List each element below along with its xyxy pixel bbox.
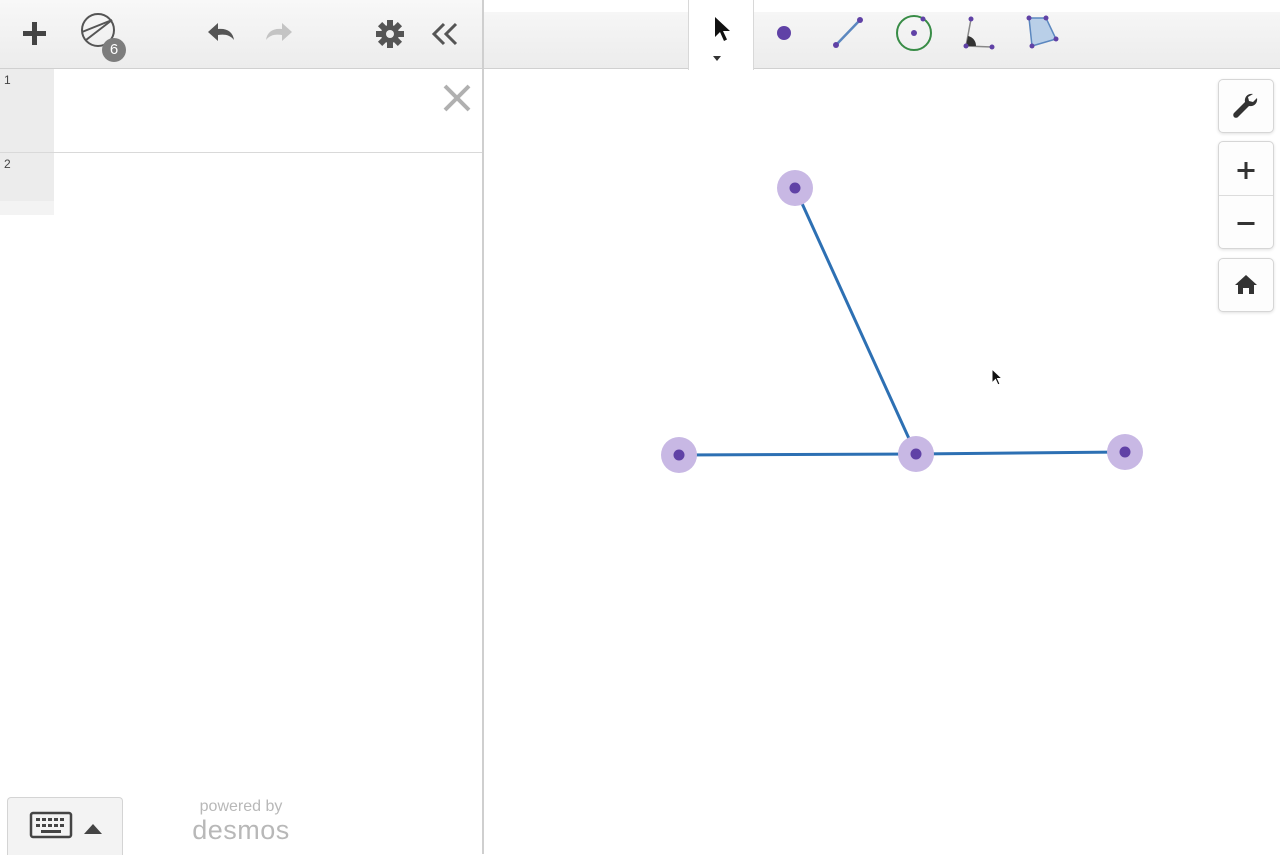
segment[interactable] <box>915 450 1126 456</box>
zoom-in-icon <box>1237 162 1255 179</box>
undo-button[interactable] <box>196 10 244 58</box>
zoom-out-button[interactable] <box>1219 196 1273 248</box>
polygon-tool-button[interactable] <box>1020 12 1064 56</box>
segment[interactable] <box>678 452 917 457</box>
circle-icon <box>896 15 932 51</box>
expression-row[interactable]: 1 <box>0 69 482 153</box>
redo-icon <box>266 23 292 41</box>
mouse-cursor-icon <box>990 367 1004 388</box>
expression-number: 2 <box>4 157 11 171</box>
gutter-fade <box>0 201 54 215</box>
point[interactable] <box>661 437 697 473</box>
graph-canvas[interactable] <box>484 69 1280 854</box>
chevron-down-icon <box>713 56 721 61</box>
segment[interactable] <box>793 187 918 455</box>
settings-button[interactable] <box>366 10 414 58</box>
home-cell[interactable] <box>1219 259 1273 311</box>
construction-drawing <box>661 170 1143 473</box>
add-item-button[interactable] <box>10 10 58 58</box>
keyboard-toggle-button[interactable] <box>7 797 123 855</box>
point[interactable] <box>777 170 813 206</box>
zoom-out-icon <box>1237 222 1255 225</box>
tool-count-badge: 6 <box>102 38 126 62</box>
zoom-in-button[interactable] <box>1219 142 1273 194</box>
segment-icon <box>833 17 863 48</box>
caret-up-icon <box>84 824 102 834</box>
collapse-icon <box>431 22 458 46</box>
circle-tool-button[interactable] <box>892 12 936 56</box>
home-icon <box>1235 275 1257 294</box>
collapse-panel-button[interactable] <box>422 10 470 58</box>
expression-gutter: 1 <box>0 69 54 152</box>
expression-row[interactable]: 2 <box>0 153 482 215</box>
powered-by-desmos[interactable]: powered by desmos <box>182 798 300 844</box>
expression-gutter: 2 <box>0 153 54 201</box>
wrench-icon <box>1233 93 1258 118</box>
graph-settings-cell[interactable] <box>1219 80 1273 132</box>
point-tool-button[interactable] <box>762 12 806 56</box>
powered-by-text: powered by <box>199 798 283 815</box>
delete-expression-button[interactable] <box>440 81 474 115</box>
arrow-pointer-icon <box>713 17 730 61</box>
desmos-logo: desmos <box>192 815 290 845</box>
select-tool-button[interactable] <box>688 0 754 70</box>
undo-icon <box>208 23 234 41</box>
expression-panel: 6 1 2 powered by desmos <box>0 0 484 855</box>
graph-settings-button[interactable] <box>1218 79 1274 133</box>
close-icon <box>443 84 471 112</box>
angle-icon <box>963 16 995 50</box>
angle-tool-button[interactable] <box>956 12 1000 56</box>
geometry-tools-button[interactable]: 6 <box>74 10 130 62</box>
default-viewport-button[interactable] <box>1218 258 1274 312</box>
keyboard-icon <box>29 811 102 839</box>
point[interactable] <box>898 436 934 472</box>
point-icon <box>777 26 791 40</box>
point[interactable] <box>1107 434 1143 470</box>
polygon-icon <box>1026 15 1059 49</box>
gear-icon <box>376 20 404 48</box>
geometry-toolbar <box>484 12 1280 69</box>
plus-icon <box>23 22 46 45</box>
redo-button[interactable] <box>254 10 302 58</box>
expression-panel-header: 6 <box>0 0 482 69</box>
segment-tool-button[interactable] <box>826 12 870 56</box>
zoom-controls <box>1218 141 1274 249</box>
expression-number: 1 <box>4 73 11 87</box>
